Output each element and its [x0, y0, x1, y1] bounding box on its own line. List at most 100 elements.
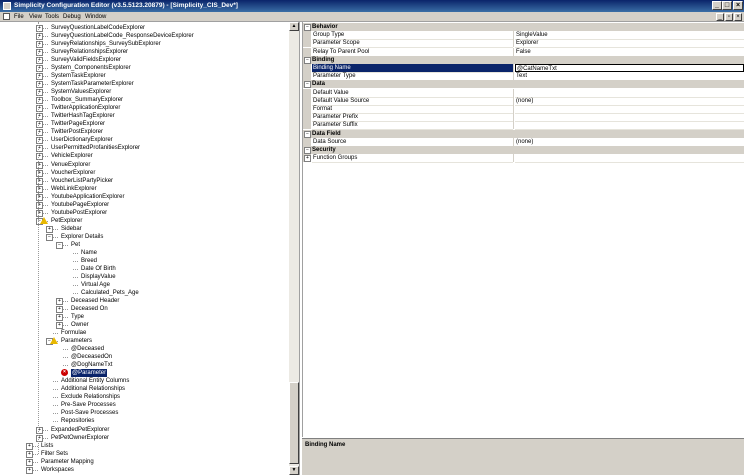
- tree-node[interactable]: + Lists: [0, 442, 289, 450]
- tree-node[interactable]: − PetExplorer: [0, 216, 289, 225]
- document-icon[interactable]: [3, 13, 10, 20]
- close-button[interactable]: ×: [733, 1, 743, 10]
- column-divider[interactable]: [513, 47, 514, 56]
- tree-node[interactable]: + SurveyRelationshipsExplorer: [0, 48, 289, 57]
- menu-debug[interactable]: Debug: [63, 13, 81, 21]
- expand-icon[interactable]: +: [304, 155, 311, 163]
- tree-node[interactable]: + UserPermittedProfanitiesExplorer: [0, 144, 289, 153]
- property-row[interactable]: Parameter Scope Explorer: [303, 39, 744, 49]
- column-divider[interactable]: [513, 88, 514, 97]
- mdi-restore-button[interactable]: ▫: [725, 13, 733, 21]
- tree-node[interactable]: + Filter Sets: [0, 450, 289, 458]
- menu-view[interactable]: View: [29, 13, 42, 21]
- scroll-thumb[interactable]: [289, 382, 299, 464]
- tree-node[interactable]: + SurveyValidFieldsExplorer: [0, 56, 289, 65]
- tree-node[interactable]: + SurveyQuestionLabelCode_ResponseDeviceE…: [0, 32, 289, 41]
- scroll-up-arrow[interactable]: ▲: [289, 22, 299, 31]
- tree-node[interactable]: DisplayValue: [0, 273, 289, 281]
- column-divider[interactable]: [513, 113, 514, 122]
- property-row[interactable]: Default Value Source (none): [303, 96, 744, 106]
- property-row[interactable]: Parameter Prefix: [303, 113, 744, 123]
- property-category[interactable]: − Data Field: [303, 129, 744, 138]
- tree-node[interactable]: Name: [0, 249, 289, 257]
- property-row[interactable]: Data Source (none): [303, 137, 744, 147]
- binding-name-input[interactable]: @CatNameTxt: [515, 64, 744, 72]
- tree-node[interactable]: Additional Entity Columns: [0, 377, 289, 385]
- tree-node[interactable]: + Deceased Header: [0, 297, 289, 306]
- expand-icon[interactable]: +: [26, 450, 33, 458]
- column-divider[interactable]: [513, 96, 514, 105]
- property-row[interactable]: Parameter Suffix: [303, 121, 744, 131]
- tree-node[interactable]: Calculated_Pets_Age: [0, 289, 289, 297]
- property-row[interactable]: Format: [303, 105, 744, 114]
- tree-node[interactable]: + TwitterPageExplorer: [0, 120, 289, 129]
- collapse-icon[interactable]: −: [304, 81, 311, 89]
- collapse-icon[interactable]: −: [304, 147, 311, 154]
- expand-icon[interactable]: +: [56, 314, 63, 322]
- maximize-button[interactable]: □: [722, 1, 732, 10]
- tree-node[interactable]: + Parameter Mapping: [0, 458, 289, 466]
- tree-node[interactable]: + TwitterPostExplorer: [0, 128, 289, 137]
- expand-icon[interactable]: +: [56, 298, 63, 306]
- expand-icon[interactable]: +: [56, 306, 63, 314]
- column-divider[interactable]: [513, 31, 514, 40]
- expand-icon[interactable]: +: [26, 442, 33, 450]
- tree-node[interactable]: Formulae: [0, 329, 289, 337]
- property-category[interactable]: − Behavior: [303, 23, 744, 31]
- tree-node[interactable]: + VoucherListPartyPicker: [0, 177, 289, 185]
- tree-node[interactable]: Date Of Birth: [0, 265, 289, 273]
- tree-node[interactable]: + UserDictionaryExplorer: [0, 136, 289, 145]
- column-divider[interactable]: [513, 105, 514, 113]
- tree-node[interactable]: @DogNameTxt: [0, 361, 289, 369]
- column-divider[interactable]: [513, 64, 514, 72]
- collapse-icon[interactable]: −: [304, 56, 311, 64]
- column-divider[interactable]: [513, 137, 514, 146]
- tree-node[interactable]: + TwitterHashTagExplorer: [0, 112, 289, 121]
- expand-icon[interactable]: +: [46, 225, 53, 233]
- tree-node[interactable]: + TwitterApplicationExplorer: [0, 104, 289, 113]
- tree-node[interactable]: + SurveyRelationships_SurveySubExplorer: [0, 40, 289, 49]
- tree-scrollbar[interactable]: ▲ ▼: [289, 22, 299, 475]
- tree-node[interactable]: + SystemValuesExplorer: [0, 88, 289, 97]
- tree-node[interactable]: Breed: [0, 257, 289, 265]
- expand-icon[interactable]: +: [26, 466, 33, 474]
- tree-node[interactable]: Pre-Save Processes: [0, 401, 289, 409]
- scroll-down-arrow[interactable]: ▼: [289, 466, 299, 475]
- tree-node[interactable]: + VehicleExplorer: [0, 152, 289, 161]
- property-category[interactable]: − Binding: [303, 55, 744, 64]
- tree-node[interactable]: − Parameters: [0, 337, 289, 346]
- tree-node[interactable]: + YoutubeApplicationExplorer: [0, 193, 289, 201]
- collapse-icon[interactable]: −: [56, 241, 63, 249]
- property-row[interactable]: Relay To Parent Pool False: [303, 47, 744, 57]
- menu-tools[interactable]: Tools: [45, 13, 59, 21]
- tree-node[interactable]: + Owner: [0, 321, 289, 330]
- tree-node[interactable]: + VoucherExplorer: [0, 169, 289, 177]
- tree-node[interactable]: Virtual Age: [0, 281, 289, 289]
- property-row[interactable]: Default Value: [303, 88, 744, 98]
- tree-node[interactable]: + SystemTaskExplorer: [0, 72, 289, 81]
- tree-node[interactable]: + Workspaces: [0, 466, 289, 474]
- tree-node[interactable]: + YoutubePageExplorer: [0, 201, 289, 209]
- column-divider[interactable]: [513, 39, 514, 48]
- column-divider[interactable]: [513, 72, 514, 81]
- collapse-icon[interactable]: −: [304, 130, 311, 138]
- property-row[interactable]: Group Type SingleValue: [303, 31, 744, 41]
- property-row[interactable]: Binding Name @CatNameTxt: [303, 64, 744, 73]
- tree-node[interactable]: Exclude Relationships: [0, 393, 289, 401]
- tree-node[interactable]: + YoutubePostExplorer: [0, 209, 289, 217]
- tree-node[interactable]: + Deceased On: [0, 305, 289, 314]
- column-divider[interactable]: [513, 154, 514, 163]
- tree-node[interactable]: + Toolbox_SummaryExplorer: [0, 96, 289, 105]
- property-category[interactable]: − Security: [303, 146, 744, 154]
- property-row[interactable]: + Function Groups: [303, 154, 744, 164]
- tree-node[interactable]: Repositories: [0, 417, 289, 425]
- property-value[interactable]: [515, 154, 744, 164]
- tree-node[interactable]: + SystemTaskParameterExplorer: [0, 80, 289, 89]
- tree-node[interactable]: − Pet: [0, 241, 289, 249]
- tree-node[interactable]: + System_ComponentsExplorer: [0, 64, 289, 73]
- tree-node[interactable]: × @Parameter: [0, 369, 289, 378]
- expand-icon[interactable]: +: [56, 322, 63, 330]
- tree-node[interactable]: + WebLinkExplorer: [0, 185, 289, 193]
- collapse-icon[interactable]: −: [304, 24, 311, 31]
- tree-node[interactable]: @Deceased: [0, 345, 289, 353]
